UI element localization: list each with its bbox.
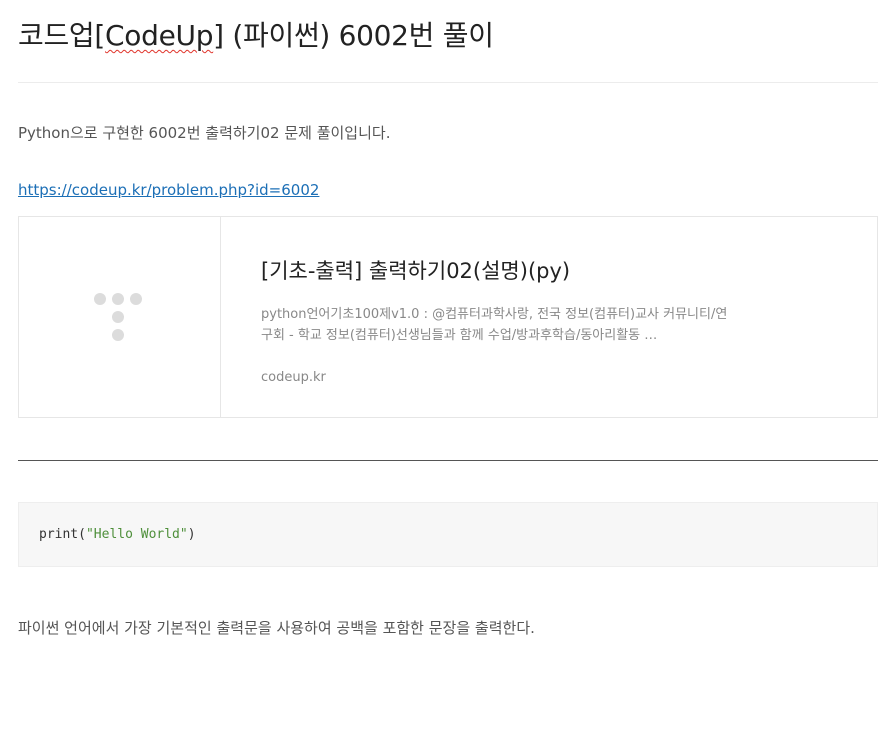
title-divider (18, 82, 878, 83)
link-preview-description: python언어기초100제v1.0 : @컴퓨터과학사랑, 전국 정보(컴퓨터… (261, 307, 728, 343)
intro-paragraph: Python으로 구현한 6002번 출력하기02 문제 풀이입니다. (18, 124, 391, 142)
outro-paragraph: 파이썬 언어에서 가장 기본적인 출력문을 사용하여 공백을 포함한 문장을 출… (18, 619, 535, 637)
link-preview-thumbnail (19, 217, 221, 417)
post-title-prefix: 코드업[ (18, 19, 106, 52)
horizontal-rule (18, 460, 878, 461)
post-title-suffix: ] (파이썬) 6002번 풀이 (213, 19, 494, 52)
problem-link[interactable]: https://codeup.kr/problem.php?id=6002 (18, 181, 319, 199)
code-close: ) (187, 527, 196, 542)
code-line: print("Hello World") (39, 527, 196, 542)
link-preview-body: [기초-출력] 출력하기02(설명)(py) python언어기초100제v1.… (261, 255, 731, 385)
code-func: print( (39, 527, 86, 542)
codeup-dots-logo-icon (94, 293, 144, 343)
code-block: print("Hello World") (18, 502, 878, 567)
link-preview-domain: codeup.kr (261, 370, 326, 385)
post-title: 코드업[CodeUp] (파이썬) 6002번 풀이 (18, 14, 494, 54)
code-string: "Hello World" (85, 527, 188, 542)
post-title-highlight: CodeUp (105, 19, 214, 52)
link-preview-card[interactable]: [기초-출력] 출력하기02(설명)(py) python언어기초100제v1.… (18, 216, 878, 418)
link-preview-title: [기초-출력] 출력하기02(설명)(py) (261, 259, 571, 283)
